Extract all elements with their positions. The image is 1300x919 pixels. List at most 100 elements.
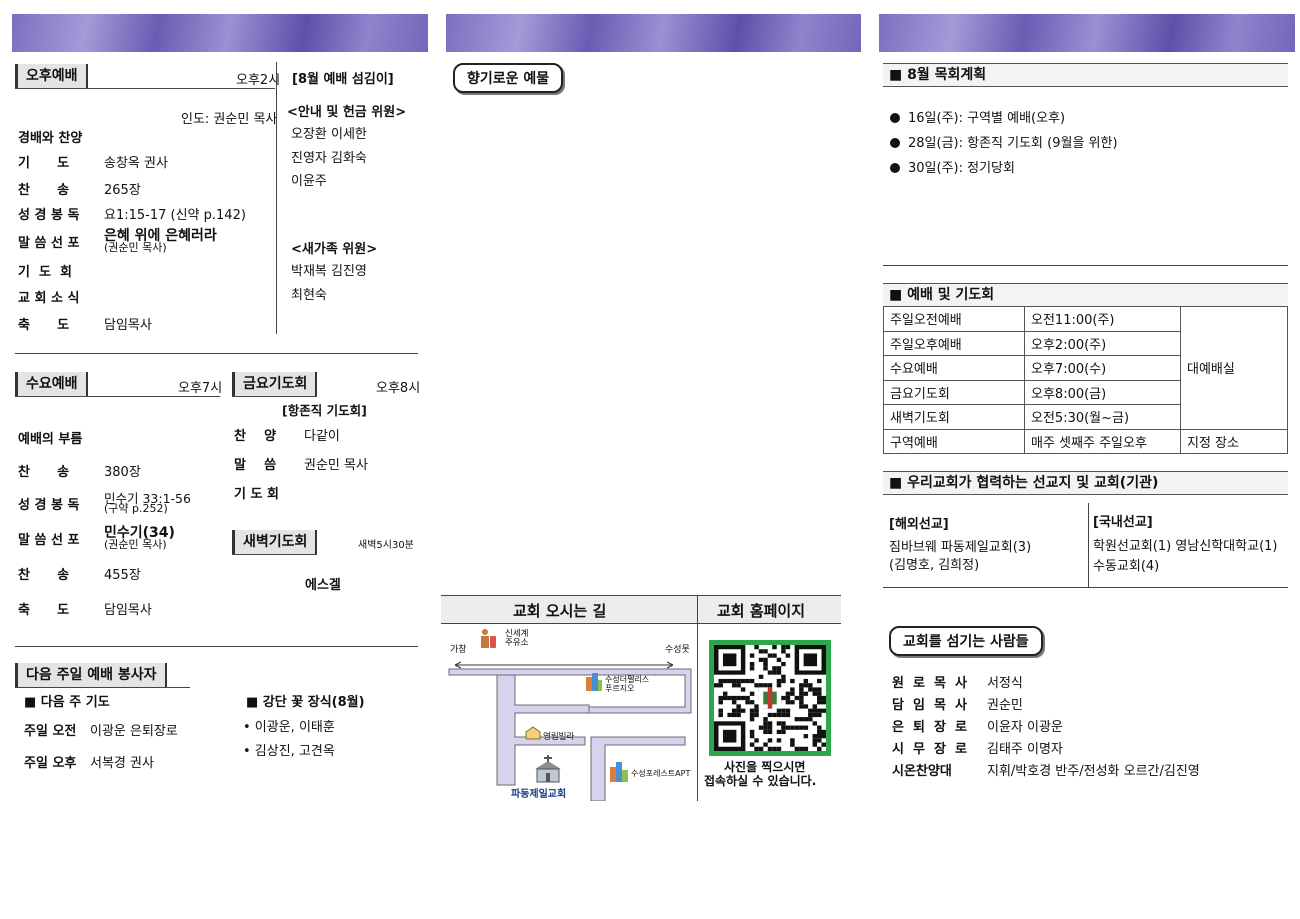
usher-line: 진영자 김화숙 — [291, 151, 367, 166]
friday-row-label: 말 씀 — [234, 458, 277, 473]
villa-icon — [525, 726, 541, 740]
map-right-end: 수성못 — [665, 645, 690, 655]
overseas-title: [해외선교] — [889, 517, 949, 532]
schedule-time: 매주 셋째주 주일오후 — [1024, 428, 1181, 454]
next-week-underline — [15, 687, 190, 688]
domestic-title: [국내선교] — [1093, 515, 1153, 530]
banner-middle — [446, 14, 861, 52]
schedule-place: 지정 장소 — [1180, 428, 1288, 454]
friday-row-label: 찬 양 — [234, 429, 277, 444]
afternoon-row-value: 265장 — [104, 183, 141, 198]
afternoon-row-label: 찬 송 — [18, 183, 70, 198]
wednesday-service-time: 오후7시 — [178, 381, 223, 396]
servant-value: 권순민 — [987, 698, 1023, 713]
wednesday-row-label: 성 경 봉 독 — [18, 498, 80, 513]
servant-label: 원 로 목 사 — [892, 676, 967, 691]
schedule-table: 주일오전예배 오전11:00(주) 대예배실 주일오후예배 오후2:00(주) … — [883, 306, 1288, 454]
servants-title: 교회를 섬기는 사람들 — [889, 626, 1043, 656]
servant-label: 담 임 목 사 — [892, 698, 967, 713]
afternoon-row-value: 요1:15-17 (신약 p.142) — [104, 208, 246, 223]
afternoon-row-label: 기 도 회 — [18, 265, 72, 280]
flower-title: ■ 강단 꽃 장식(8월) — [246, 695, 365, 710]
usher-line: 이윤주 — [291, 174, 327, 189]
servant-value: 지휘/박호경 반주/전성화 오르간/김진영 — [987, 764, 1200, 779]
apartment-icon — [609, 760, 629, 782]
schedule-time: 오전5:30(월~금) — [1024, 404, 1181, 430]
afternoon-service-time: 오후2시 — [236, 73, 281, 88]
homepage-title: 교회 홈페이지 — [717, 602, 806, 620]
homepage-qr-code[interactable] — [709, 640, 831, 756]
domestic-line: 학원선교회(1) 영남신학대학교(1) — [1093, 539, 1278, 554]
divider — [15, 353, 418, 354]
schedule-name: 주일오전예배 — [883, 306, 1025, 332]
schedule-time: 오후7:00(수) — [1024, 355, 1181, 381]
afternoon-row-label: 말 씀 선 포 — [18, 236, 80, 251]
servant-label: 시온찬양대 — [892, 764, 952, 779]
wednesday-row-value: 455장 — [104, 568, 141, 583]
bullet-icon — [890, 163, 900, 173]
col1-top-divider — [276, 62, 277, 334]
afternoon-row-label: 기 도 — [18, 156, 70, 171]
schedule-place: 대예배실 — [1180, 306, 1288, 430]
divider — [883, 265, 1288, 266]
qr-caption-2: 접속하실 수 있습니다. — [704, 774, 817, 788]
plan-item: 16일(주): 구역별 예배(오후) — [890, 107, 1065, 126]
schedule-name: 수요예배 — [883, 355, 1025, 381]
road-arrow — [454, 661, 674, 669]
divider — [15, 646, 418, 647]
afternoon-service-title: 오후예배 — [15, 64, 88, 88]
dawn-prayer-title: 새벽기도회 — [232, 530, 318, 554]
plan-item-text: 30일(주): 정기당회 — [908, 161, 1015, 176]
friday-prayer-title: 금요기도회 — [232, 372, 318, 396]
servant-value: 서정식 — [987, 676, 1023, 691]
afternoon-leader: 인도: 권순민 목사 — [181, 112, 278, 127]
plan-title: ■ 8월 목회계획 — [883, 63, 1288, 87]
domestic-line: 수동교회(4) — [1093, 559, 1160, 574]
afternoon-sermon-preacher: (권순민 목사) — [104, 241, 167, 254]
plan-item-text: 28일(금): 항존직 기도회 (9월을 위한) — [908, 136, 1118, 151]
afternoon-row-value: 담임목사 — [104, 318, 152, 333]
friday-subtitle: [항존직 기도회] — [282, 403, 367, 418]
gas-station-icon — [479, 628, 497, 650]
map-villa: 영림빌라 — [543, 732, 575, 742]
friday-prayer-time: 오후8시 — [376, 381, 421, 396]
flower-line: • 김상진, 고견옥 — [243, 744, 335, 759]
servant-value: 이윤자 이광운 — [987, 720, 1063, 735]
servant-label: 시 무 장 로 — [892, 742, 967, 757]
wednesday-row-value: 380장 — [104, 465, 141, 480]
schedule-name: 새벽기도회 — [883, 404, 1025, 430]
usher-title: <안내 및 헌금 위원> — [287, 105, 407, 120]
schedule-time: 오후2:00(주) — [1024, 330, 1181, 356]
wednesday-opening: 예배의 부름 — [18, 432, 83, 447]
afternoon-opening: 경배와 찬양 — [18, 131, 83, 146]
afternoon-underline — [15, 88, 275, 89]
newfamily-title: <새가족 위원> — [291, 242, 378, 257]
dawn-underline — [232, 554, 317, 555]
newfamily-line: 박재복 김진영 — [291, 264, 367, 279]
plan-item: 30일(주): 정기당회 — [890, 157, 1015, 176]
overseas-line: 짐바브웨 파동제일교회(3) — [889, 540, 1032, 555]
helpers-title: [8월 예배 섬김이] — [292, 72, 394, 87]
next-prayer-value: 서복경 권사 — [90, 756, 154, 771]
wednesday-row-label: 찬 송 — [18, 568, 70, 583]
schedule-time: 오후8:00(금) — [1024, 379, 1181, 405]
bullet-icon — [890, 138, 900, 148]
plan-item: 28일(금): 항존직 기도회 (9월을 위한) — [890, 132, 1118, 151]
table-row: 구역예배 매주 셋째주 주일오후 지정 장소 — [883, 428, 1288, 454]
map-apartment-1: 수성더펠리스 푸르지오 — [605, 675, 650, 693]
apartment-icon — [585, 671, 603, 691]
next-prayer-value: 이광운 은퇴장로 — [90, 724, 178, 739]
afternoon-row-value: 송창옥 권사 — [104, 156, 168, 171]
servant-label: 은 퇴 장 로 — [892, 720, 967, 735]
schedule-name: 구역예배 — [883, 428, 1025, 454]
banner-right — [879, 14, 1295, 52]
offering-title: 향기로운 예물 — [453, 63, 564, 93]
afternoon-row-label: 교 회 소 식 — [18, 291, 80, 306]
mission-title: ■ 우리교회가 협력하는 선교지 및 교회(기관) — [883, 471, 1288, 495]
directions-title: 교회 오시는 길 — [513, 602, 607, 620]
map-church-name: 파동제일교회 — [511, 789, 567, 800]
wednesday-underline — [15, 396, 220, 397]
schedule-title: ■ 예배 및 기도회 — [883, 283, 1288, 307]
map-apartment-2: 수성포레스트APT — [631, 769, 691, 778]
next-week-title: 다음 주일 예배 봉사자 — [15, 663, 167, 687]
